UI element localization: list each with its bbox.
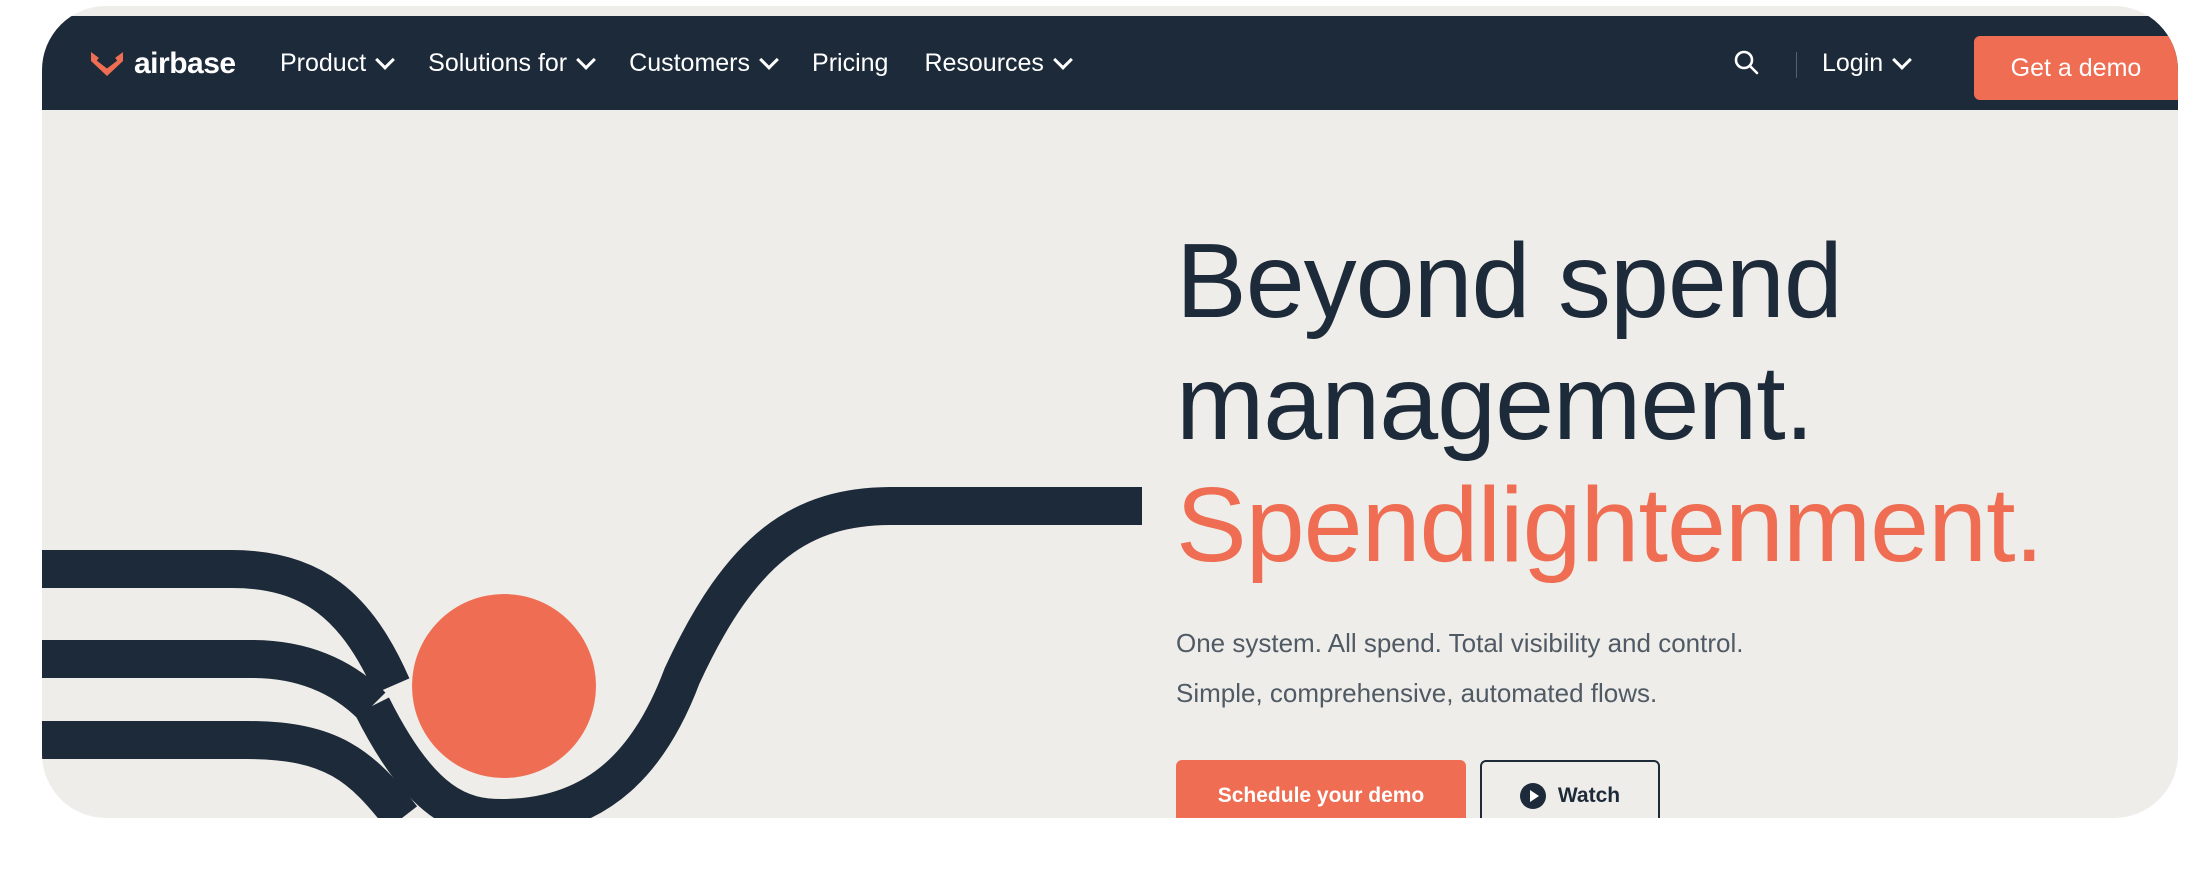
chevron-down-icon xyxy=(759,50,779,70)
nav-item-customers[interactable]: Customers xyxy=(629,48,779,78)
orange-circle xyxy=(412,594,596,778)
hero-ctas: Schedule your demo Watch xyxy=(1176,760,1660,818)
nav-item-resources[interactable]: Resources xyxy=(924,48,1073,78)
chevron-down-icon xyxy=(375,50,396,70)
nav-item-label: Customers xyxy=(629,48,751,77)
nav-item-label: Product xyxy=(280,48,367,77)
play-icon xyxy=(1519,783,1546,809)
hero-section: Beyond spend management. Spendlightenmen… xyxy=(1176,220,2176,818)
logo-text: airbase xyxy=(134,47,236,80)
airbase-logo[interactable]: airbase xyxy=(88,46,236,82)
fork-line-bottom xyxy=(42,721,418,818)
headline-line-2: management. xyxy=(1176,344,1814,462)
subtext-line-2: Simple, comprehensive, automated flows. xyxy=(1176,678,1658,708)
chevron-down-icon xyxy=(1892,50,1913,70)
airbase-logo-icon xyxy=(91,52,123,76)
login-menu[interactable]: Login xyxy=(1822,16,1913,110)
headline-accent: Spendlightenment. xyxy=(1176,466,2044,584)
search-icon[interactable] xyxy=(1732,48,1760,76)
hero-illustration xyxy=(42,487,1142,818)
schedule-demo-button[interactable]: Schedule your demo xyxy=(1176,760,1466,818)
nav-item-solutions[interactable]: Solutions for xyxy=(428,48,597,78)
page-frame: airbase Product Solutions for Customers … xyxy=(42,6,2178,818)
login-label: Login xyxy=(1822,48,1884,77)
hero-headline: Beyond spend management. Spendlightenmen… xyxy=(1176,220,2176,586)
hero-subtext: One system. All spend. Total visibility … xyxy=(1176,618,2176,718)
watch-label: Watch xyxy=(1557,784,1621,807)
nav-item-label: Pricing xyxy=(812,48,889,77)
nav-item-pricing[interactable]: Pricing xyxy=(812,49,888,78)
nav-item-product[interactable]: Product xyxy=(280,48,396,78)
headline-line-1: Beyond spend xyxy=(1176,222,1843,340)
watch-button[interactable]: Watch xyxy=(1480,760,1660,818)
chevron-down-icon xyxy=(1053,50,1073,70)
nav-links: Product Solutions for Customers Pricing … xyxy=(280,16,1106,110)
nav-item-label: Solutions for xyxy=(428,48,568,77)
get-a-demo-button[interactable]: Get a demo xyxy=(1974,36,2178,100)
fork-line-middle xyxy=(42,640,386,720)
chevron-down-icon xyxy=(576,50,597,70)
subtext-line-1: One system. All spend. Total visibility … xyxy=(1176,628,1744,658)
top-navbar: airbase Product Solutions for Customers … xyxy=(42,16,2178,110)
nav-item-label: Resources xyxy=(924,48,1044,77)
nav-divider xyxy=(1796,52,1797,78)
